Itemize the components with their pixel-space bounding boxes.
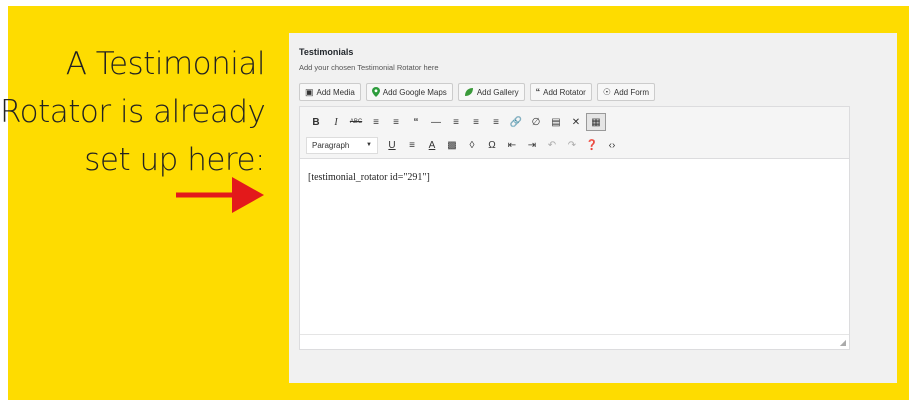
toolbar-toggle-icon[interactable]: ▦ [586,113,606,131]
leaf-icon [464,88,473,96]
quote-icon: “ [535,86,541,97]
callout-text: A Testimonial Rotator is already set up … [0,40,266,184]
outdent-icon[interactable]: ⇤ [502,136,522,154]
panel-description: Add your chosen Testimonial Rotator here [299,63,439,72]
read-more-icon[interactable]: ▤ [546,113,566,131]
indent-icon[interactable]: ⇥ [522,136,542,154]
insert-link-icon[interactable]: 🔗 [506,113,526,131]
align-left-icon[interactable]: ≡ [446,113,466,131]
help-icon[interactable]: ❓ [582,136,602,154]
bulleted-list-icon[interactable]: ≡ [366,113,386,131]
undo-icon[interactable]: ↶ [542,136,562,154]
chevron-down-icon: ▼ [366,142,372,148]
align-right-icon[interactable]: ≡ [486,113,506,131]
justify-icon[interactable]: ≡ [402,136,422,154]
add-rotator-button[interactable]: “ Add Rotator [529,83,592,101]
editor-status-bar: ◢ [300,334,849,349]
redo-icon[interactable]: ↷ [562,136,582,154]
media-buttons: ▣ Add Media Add Google Maps Add Gallery … [299,83,656,101]
editor-content: [testimonial_rotator id="291"] [308,172,430,183]
clear-formatting-icon[interactable]: ◊ [462,136,482,154]
add-gallery-label: Add Gallery [476,87,519,97]
format-select-value: Paragraph [312,140,350,150]
add-google-maps-button[interactable]: Add Google Maps [365,83,453,101]
callout-line-2: Rotator is already [0,94,266,130]
editor: B I ABC ≡ ≡ “ — ≡ ≡ ≡ 🔗 ∅ ▤ ✕ ▦ Paragrap… [299,106,850,350]
bold-icon[interactable]: B [306,113,326,131]
editor-toolbar: B I ABC ≡ ≡ “ — ≡ ≡ ≡ 🔗 ∅ ▤ ✕ ▦ Paragrap… [300,107,849,159]
add-media-button[interactable]: ▣ Add Media [299,83,361,101]
testimonials-panel: Testimonials Add your chosen Testimonial… [289,33,897,383]
media-icon: ▣ [305,86,314,97]
blockquote-icon[interactable]: “ [406,113,426,131]
paste-text-icon[interactable]: ▩ [442,136,462,154]
align-center-icon[interactable]: ≡ [466,113,486,131]
add-form-button[interactable]: ☉ Add Form [596,83,656,101]
editor-content-area[interactable]: [testimonial_rotator id="291"] [300,159,849,335]
red-arrow-icon [176,177,264,213]
panel-title: Testimonials [299,47,354,57]
strikethrough-icon[interactable]: ABC [346,113,366,131]
special-character-icon[interactable]: Ω [482,136,502,154]
format-select[interactable]: Paragraph ▼ [306,136,378,154]
remove-link-icon[interactable]: ∅ [526,113,546,131]
callout-line-1: A Testimonial [65,46,266,82]
horizontal-line-icon[interactable]: — [426,113,446,131]
toolbar-row-1: B I ABC ≡ ≡ “ — ≡ ≡ ≡ 🔗 ∅ ▤ ✕ ▦ [306,113,606,131]
form-icon: ☉ [602,86,611,97]
underline-icon[interactable]: U [382,136,402,154]
add-media-label: Add Media [316,87,355,97]
numbered-list-icon[interactable]: ≡ [386,113,406,131]
add-google-maps-label: Add Google Maps [382,87,447,97]
map-pin-icon [371,87,380,97]
resize-handle-icon[interactable]: ◢ [840,338,846,347]
add-rotator-label: Add Rotator [543,87,586,97]
fullscreen-icon[interactable]: ✕ [566,113,586,131]
add-gallery-button[interactable]: Add Gallery [457,83,525,101]
code-icon[interactable]: ‹› [602,136,622,154]
toolbar-row-2: Paragraph ▼ U ≡ A ▩ ◊ Ω ⇤ ⇥ ↶ ↷ ❓ ‹› [306,136,622,154]
add-form-label: Add Form [613,87,650,97]
italic-icon[interactable]: I [326,113,346,131]
text-color-icon[interactable]: A [422,136,442,154]
